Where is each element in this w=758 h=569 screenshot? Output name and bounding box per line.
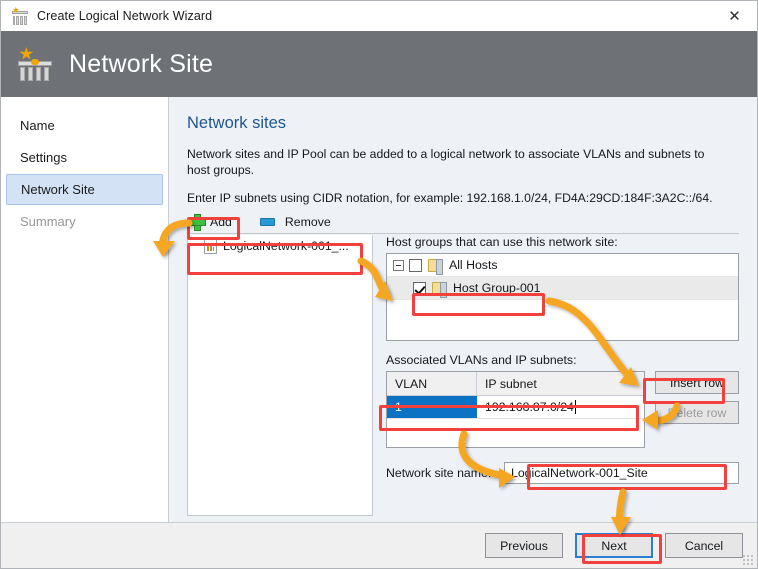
- vlan-table[interactable]: VLAN IP subnet 1 192.168.87.0/24: [386, 371, 645, 448]
- network-site-name-row: Network site name: LogicalNetwork-001_Si…: [386, 462, 739, 484]
- site-toolbar: Add Remove: [187, 210, 739, 234]
- tree-empty-area: [387, 300, 738, 340]
- footer-button-bar: Previous Next Cancel: [1, 522, 757, 568]
- list-item[interactable]: LogicalNetwork-001_...: [188, 235, 372, 257]
- network-site-icon: [11, 6, 29, 25]
- host-groups-tree[interactable]: All Hosts Host Group-001: [386, 253, 739, 341]
- column-header-vlan: VLAN: [387, 372, 477, 395]
- cell-vlan[interactable]: 1: [387, 396, 477, 418]
- vlan-table-header: VLAN IP subnet: [387, 372, 644, 396]
- vlan-table-row: VLAN IP subnet 1 192.168.87.0/24 Insert …: [386, 371, 739, 448]
- text-caret: [574, 400, 576, 414]
- network-site-list[interactable]: LogicalNetwork-001_...: [187, 235, 373, 516]
- tree-row-label: Host Group-001: [453, 281, 541, 295]
- close-icon[interactable]: ✕: [712, 1, 757, 31]
- vlan-table-label: Associated VLANs and IP subnets:: [386, 353, 577, 367]
- section-heading: Network sites: [187, 114, 287, 132]
- title-bar: Create Logical Network Wizard ✕: [1, 1, 757, 31]
- page-title: Network Site: [69, 49, 214, 78]
- network-site-name-input[interactable]: LogicalNetwork-001_Site: [504, 462, 739, 484]
- tree-row-host-group-001[interactable]: Host Group-001: [387, 277, 738, 300]
- content-panel: Network sites Network sites and IP Pool …: [169, 97, 757, 522]
- network-site-name-label: Network site name:: [386, 466, 492, 480]
- sidebar-item-summary: Summary: [20, 214, 76, 229]
- all-hosts-checkbox[interactable]: [409, 258, 422, 272]
- panels-row: LogicalNetwork-001_... Host groups that …: [187, 235, 739, 516]
- sidebar-item-settings[interactable]: Settings: [6, 142, 163, 173]
- network-site-doc-icon: [204, 238, 217, 254]
- cell-ip-subnet[interactable]: 192.168.87.0/24: [477, 396, 644, 418]
- cancel-button[interactable]: Cancel: [665, 533, 743, 558]
- next-button[interactable]: Next: [575, 533, 653, 558]
- description-paragraph-2: Enter IP subnets using CIDR notation, fo…: [187, 191, 713, 205]
- add-button-label: Add: [210, 214, 232, 229]
- remove-button[interactable]: Remove: [252, 211, 337, 233]
- insert-row-button[interactable]: Insert row: [655, 371, 739, 394]
- window-title: Create Logical Network Wizard: [37, 9, 213, 23]
- create-logical-network-wizard-window: Create Logical Network Wizard ✕ Network …: [0, 0, 758, 569]
- collapse-icon[interactable]: [393, 259, 404, 271]
- description-paragraph-1: Network sites and IP Pool can be added t…: [187, 147, 705, 177]
- table-row[interactable]: 1 192.168.87.0/24: [387, 396, 644, 419]
- sidebar-item-name[interactable]: Name: [6, 110, 163, 141]
- folder-icon: [432, 281, 447, 298]
- resize-grip[interactable]: [742, 554, 754, 566]
- add-button[interactable]: Add: [187, 211, 238, 233]
- vlan-table-buttons: Insert row Delete row: [645, 371, 739, 448]
- blue-minus-icon: [259, 217, 275, 226]
- site-details-pane: Host groups that can use this network si…: [373, 235, 739, 516]
- host-group-001-checkbox[interactable]: [413, 281, 426, 295]
- remove-button-label: Remove: [284, 214, 331, 229]
- network-site-wizard-icon: [17, 47, 53, 81]
- green-plus-icon: [189, 214, 206, 231]
- wizard-steps-sidebar: Name Settings Network Site Summary: [1, 97, 169, 522]
- tree-row-all-hosts[interactable]: All Hosts: [387, 254, 738, 277]
- folder-icon: [428, 258, 443, 275]
- cell-ip-subnet-value: 192.168.87.0/24: [485, 400, 574, 414]
- wizard-header: Network Site: [1, 31, 757, 97]
- table-empty-row: [387, 419, 644, 442]
- tree-row-label: All Hosts: [449, 258, 498, 272]
- body-area: Name Settings Network Site Summary Netwo…: [1, 97, 757, 522]
- list-item-label: LogicalNetwork-001_...: [223, 239, 349, 253]
- column-header-ip-subnet: IP subnet: [485, 376, 537, 391]
- host-groups-label: Host groups that can use this network si…: [386, 235, 618, 249]
- sidebar-item-network-site[interactable]: Network Site: [6, 174, 163, 205]
- previous-button[interactable]: Previous: [485, 533, 563, 558]
- delete-row-button: Delete row: [655, 401, 739, 424]
